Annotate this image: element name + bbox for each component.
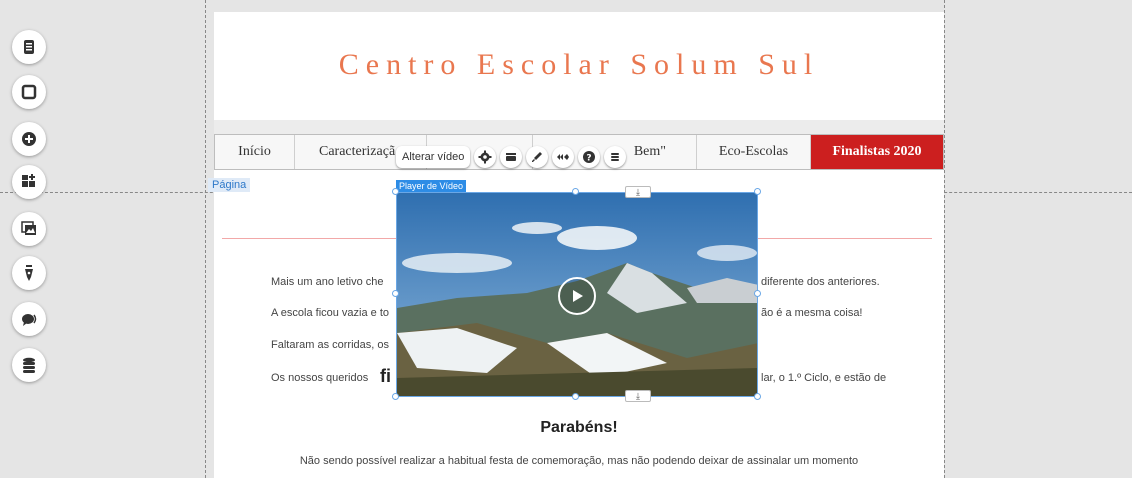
- gear-icon[interactable]: [474, 146, 497, 168]
- square-icon[interactable]: [12, 75, 46, 109]
- paragraph-5: Não sendo possível realizar a habitual f…: [299, 455, 859, 467]
- paragraph-4-bold: fi: [380, 366, 391, 386]
- paragraph-1-left: Mais um ano letivo che: [271, 276, 384, 288]
- plus-circle-icon[interactable]: [12, 122, 46, 156]
- video-player[interactable]: [396, 192, 758, 397]
- add-widget-icon[interactable]: [12, 165, 46, 199]
- resize-handle-right[interactable]: [754, 290, 761, 297]
- resize-handle-bottom-right[interactable]: [754, 393, 761, 400]
- page-section-label[interactable]: Página: [208, 178, 251, 192]
- download-arrow-icon[interactable]: ⤓: [625, 390, 651, 402]
- animation-icon[interactable]: [552, 146, 575, 168]
- help-icon[interactable]: ?: [578, 146, 601, 168]
- page-icon[interactable]: [12, 30, 46, 64]
- chat-icon[interactable]: [12, 302, 46, 336]
- resize-handle-bottom[interactable]: [572, 393, 579, 400]
- download-arrow-icon[interactable]: ⤓: [625, 186, 651, 198]
- gallery-icon[interactable]: [12, 212, 46, 246]
- database-icon[interactable]: [12, 348, 46, 382]
- guide-right: [944, 0, 945, 478]
- menu-item-inicio[interactable]: Início: [215, 135, 295, 169]
- video-toolbar: Alterar vídeo ?: [396, 145, 627, 169]
- video-player-tag: Player de Vídeo: [396, 180, 467, 192]
- paragraph-4-left: Os nossos queridos: [271, 372, 369, 384]
- stack-icon[interactable]: [604, 146, 627, 168]
- pen-icon[interactable]: [12, 256, 46, 290]
- svg-text:?: ?: [587, 154, 592, 164]
- site-title: Centro Escolar Solum Sul: [338, 48, 820, 81]
- layout-icon[interactable]: [500, 146, 523, 168]
- congrats-heading: Parabéns!: [540, 419, 618, 436]
- paragraph-4-right: lar, o 1.º Ciclo, e estão de: [761, 372, 887, 384]
- resize-handle-top-right[interactable]: [754, 188, 761, 195]
- play-button[interactable]: [558, 277, 596, 315]
- resize-handle-left[interactable]: [392, 290, 399, 297]
- menu-item-finalistas[interactable]: Finalistas 2020: [811, 135, 943, 169]
- resize-handle-top-left[interactable]: [392, 188, 399, 195]
- paragraph-2-left: A escola ficou vazia e to: [271, 307, 390, 319]
- paragraph-3-left: Faltaram as corridas, os: [271, 339, 389, 351]
- menu-item-eco-escolas[interactable]: Eco-Escolas: [697, 135, 811, 169]
- brush-icon[interactable]: [526, 146, 549, 168]
- resize-handle-bottom-left[interactable]: [392, 393, 399, 400]
- paragraph-2-right: ão é a mesma coisa!: [761, 307, 863, 319]
- guide-left: [205, 0, 206, 478]
- resize-handle-top[interactable]: [572, 188, 579, 195]
- site-header: Centro Escolar Solum Sul: [214, 12, 944, 120]
- paragraph-1-right: diferente dos anteriores.: [761, 276, 880, 288]
- alter-video-button[interactable]: Alterar vídeo: [396, 146, 471, 168]
- header-separator: [214, 120, 944, 134]
